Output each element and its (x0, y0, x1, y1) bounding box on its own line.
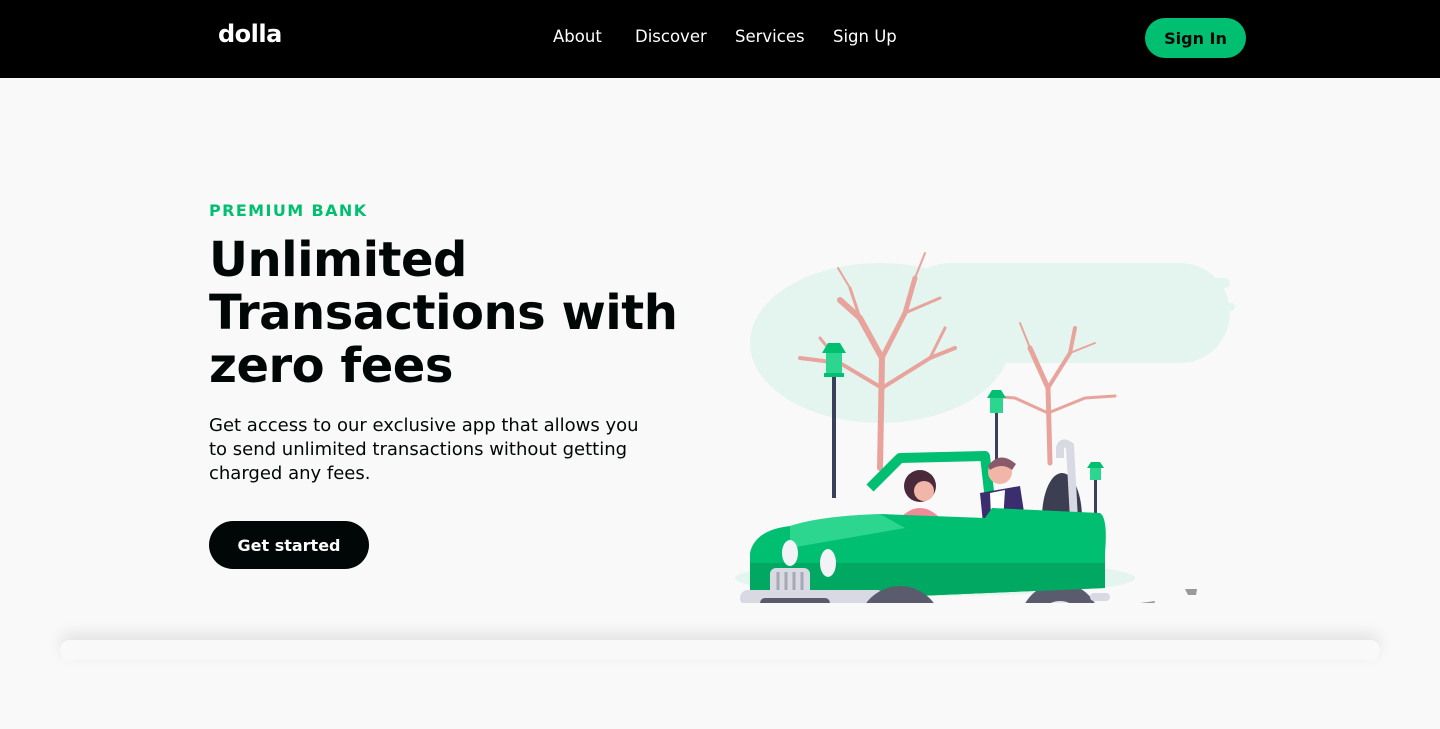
hero-top-line: PREMIUM BANK (209, 201, 368, 220)
nav-link-about[interactable]: About (553, 27, 602, 46)
nav-link-discover[interactable]: Discover (635, 27, 707, 46)
hero-subtitle: Get access to our exclusive app that all… (209, 415, 639, 484)
nav-link-sign-up[interactable]: Sign Up (833, 27, 897, 46)
jeep (740, 439, 1110, 603)
get-started-button[interactable]: Get started (209, 521, 369, 569)
sign-in-button[interactable]: Sign In (1145, 18, 1246, 58)
hero-section: PREMIUM BANK Unlimited Transactions with… (0, 78, 1440, 729)
jeep-illustration (735, 252, 1235, 603)
hero-heading: Unlimited Transactions with zero fees (209, 232, 678, 394)
navbar: dolla About Discover Services Sign Up Si… (0, 0, 1440, 78)
rocks (1140, 589, 1197, 603)
nav-link-services[interactable]: Services (735, 27, 805, 46)
next-section-edge (60, 640, 1380, 660)
